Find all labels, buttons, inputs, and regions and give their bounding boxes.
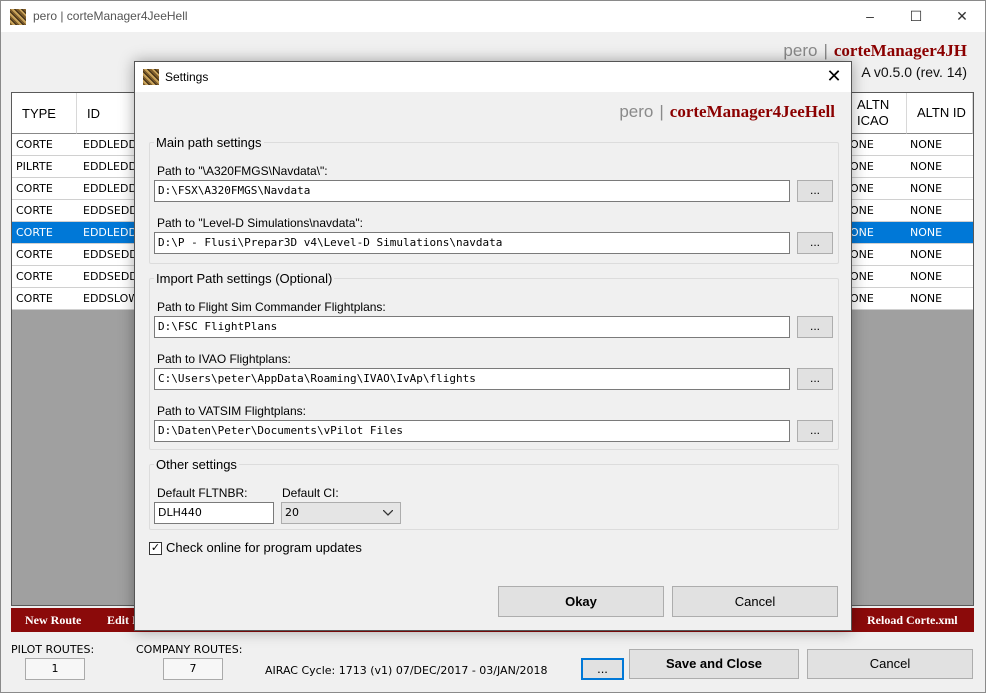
vatsim-path-label: Path to VATSIM Flightplans: [157,404,306,418]
okay-button[interactable]: Okay [498,586,664,617]
reload-corte-button[interactable]: Reload Corte.xml [867,613,958,628]
vatsim-browse-button[interactable]: ... [797,420,833,442]
dialog-brand-separator: | [659,102,664,121]
pilot-routes-count: 1 [25,658,85,680]
fltnbr-label: Default FLTNBR: [157,486,248,500]
dialog-brand-name: corteManager4JeeHell [669,102,835,121]
window-title: pero | corteManager4JeeHell [33,9,188,23]
cell-altn-id: NONE [910,204,943,217]
dialog-brand-pero: pero [619,102,654,121]
brand-pero: pero [783,41,818,60]
cell-id: EDDLEDDI [83,138,141,151]
cell-altn-id: NONE [910,226,943,239]
dialog-cancel-button[interactable]: Cancel [672,586,838,617]
header-altn-id[interactable]: ALTN ID [907,93,973,134]
company-routes-label: COMPANY ROUTES: [136,643,243,656]
app-icon [10,9,26,25]
cell-type: PILRTE [16,160,53,173]
cell-altn-icao: ONE [850,204,874,217]
cell-altn-icao: ONE [850,182,874,195]
edit-button[interactable]: Edit I [107,613,137,628]
fsc-path-input[interactable]: D:\FSC FlightPlans [154,316,790,338]
cell-altn-icao: ONE [850,248,874,261]
cell-type: CORTE [16,182,53,195]
cell-altn-icao: ONE [850,270,874,283]
fmgs-browse-button[interactable]: ... [797,180,833,202]
cell-type: CORTE [16,248,53,261]
title-bar: pero | corteManager4JeeHell – ☐ ✕ [1,1,985,32]
ci-select-value: 20 [285,506,299,519]
fmgs-path-input[interactable]: D:\FSX\A320FMGS\Navdata [154,180,790,202]
chevron-down-icon [383,510,393,516]
cell-altn-id: NONE [910,138,943,151]
main-path-title: Main path settings [154,135,264,150]
save-and-close-button[interactable]: Save and Close [629,649,799,679]
cell-altn-id: NONE [910,182,943,195]
leveld-path-input[interactable]: D:\P - Flusi\Prepar3D v4\Level-D Simulat… [154,232,790,254]
fltnbr-input[interactable]: DLH440 [154,502,274,524]
dialog-title: Settings [165,70,209,84]
cell-type: CORTE [16,292,53,305]
cell-type: CORTE [16,204,53,217]
main-cancel-button[interactable]: Cancel [807,649,973,679]
airac-cycle-label: AIRAC Cycle: 1713 (v1) 07/DEC/2017 - 03/… [265,664,548,677]
cell-altn-icao: ONE [850,226,874,239]
cell-altn-id: NONE [910,160,943,173]
airac-browse-button[interactable]: ... [581,658,624,680]
cell-id: EDDSEDDI [83,248,142,261]
ivao-browse-button[interactable]: ... [797,368,833,390]
ci-select[interactable]: 20 [281,502,401,524]
pilot-routes-label: PILOT ROUTES: [11,643,95,656]
close-button[interactable]: ✕ [939,1,985,32]
dialog-app-icon [143,69,159,85]
ivao-path-input[interactable]: C:\Users\peter\AppData\Roaming\IVAO\IvAp… [154,368,790,390]
dialog-close-icon[interactable]: ✕ [823,66,845,87]
new-route-button[interactable]: New Route [25,613,81,628]
cell-type: CORTE [16,226,53,239]
cell-altn-icao: ONE [850,138,874,151]
fsc-path-label: Path to Flight Sim Commander Flightplans… [157,300,386,314]
settings-dialog: Settings ✕ pero | corteManager4JeeHell Mai… [134,61,852,631]
cell-altn-icao: ONE [850,160,874,173]
cell-altn-id: NONE [910,270,943,283]
leveld-browse-button[interactable]: ... [797,232,833,254]
cell-altn-icao: ONE [850,292,874,305]
cell-type: CORTE [16,270,53,283]
header-type[interactable]: TYPE [12,93,77,134]
brand-name: corteManager4JH [833,41,967,60]
other-settings-title: Other settings [154,457,239,472]
ivao-path-label: Path to IVAO Flightplans: [157,352,291,366]
minimize-button[interactable]: – [847,1,893,32]
brand-separator: | [823,41,828,60]
cell-altn-id: NONE [910,292,943,305]
dialog-brand: pero | corteManager4JeeHell [619,102,835,122]
cell-type: CORTE [16,138,53,151]
updates-checkbox-label[interactable]: Check online for program updates [166,540,362,555]
fmgs-path-label: Path to "\A320FMGS\Navdata\": [157,164,328,178]
updates-checkbox[interactable]: ✓ [149,542,162,555]
import-path-title: Import Path settings (Optional) [154,271,335,286]
ci-label: Default CI: [282,486,339,500]
app-brand: pero | corteManager4JH [783,41,967,61]
fsc-browse-button[interactable]: ... [797,316,833,338]
maximize-button[interactable]: ☐ [893,1,939,32]
company-routes-count: 7 [163,658,223,680]
leveld-path-label: Path to "Level-D Simulations\navdata": [157,216,363,230]
cell-altn-id: NONE [910,248,943,261]
version-label: A v0.5.0 (rev. 14) [861,64,967,80]
header-altn-icao[interactable]: ALTN ICAO [847,93,907,134]
vatsim-path-input[interactable]: D:\Daten\Peter\Documents\vPilot Files [154,420,790,442]
dialog-title-bar: Settings ✕ [135,62,851,92]
